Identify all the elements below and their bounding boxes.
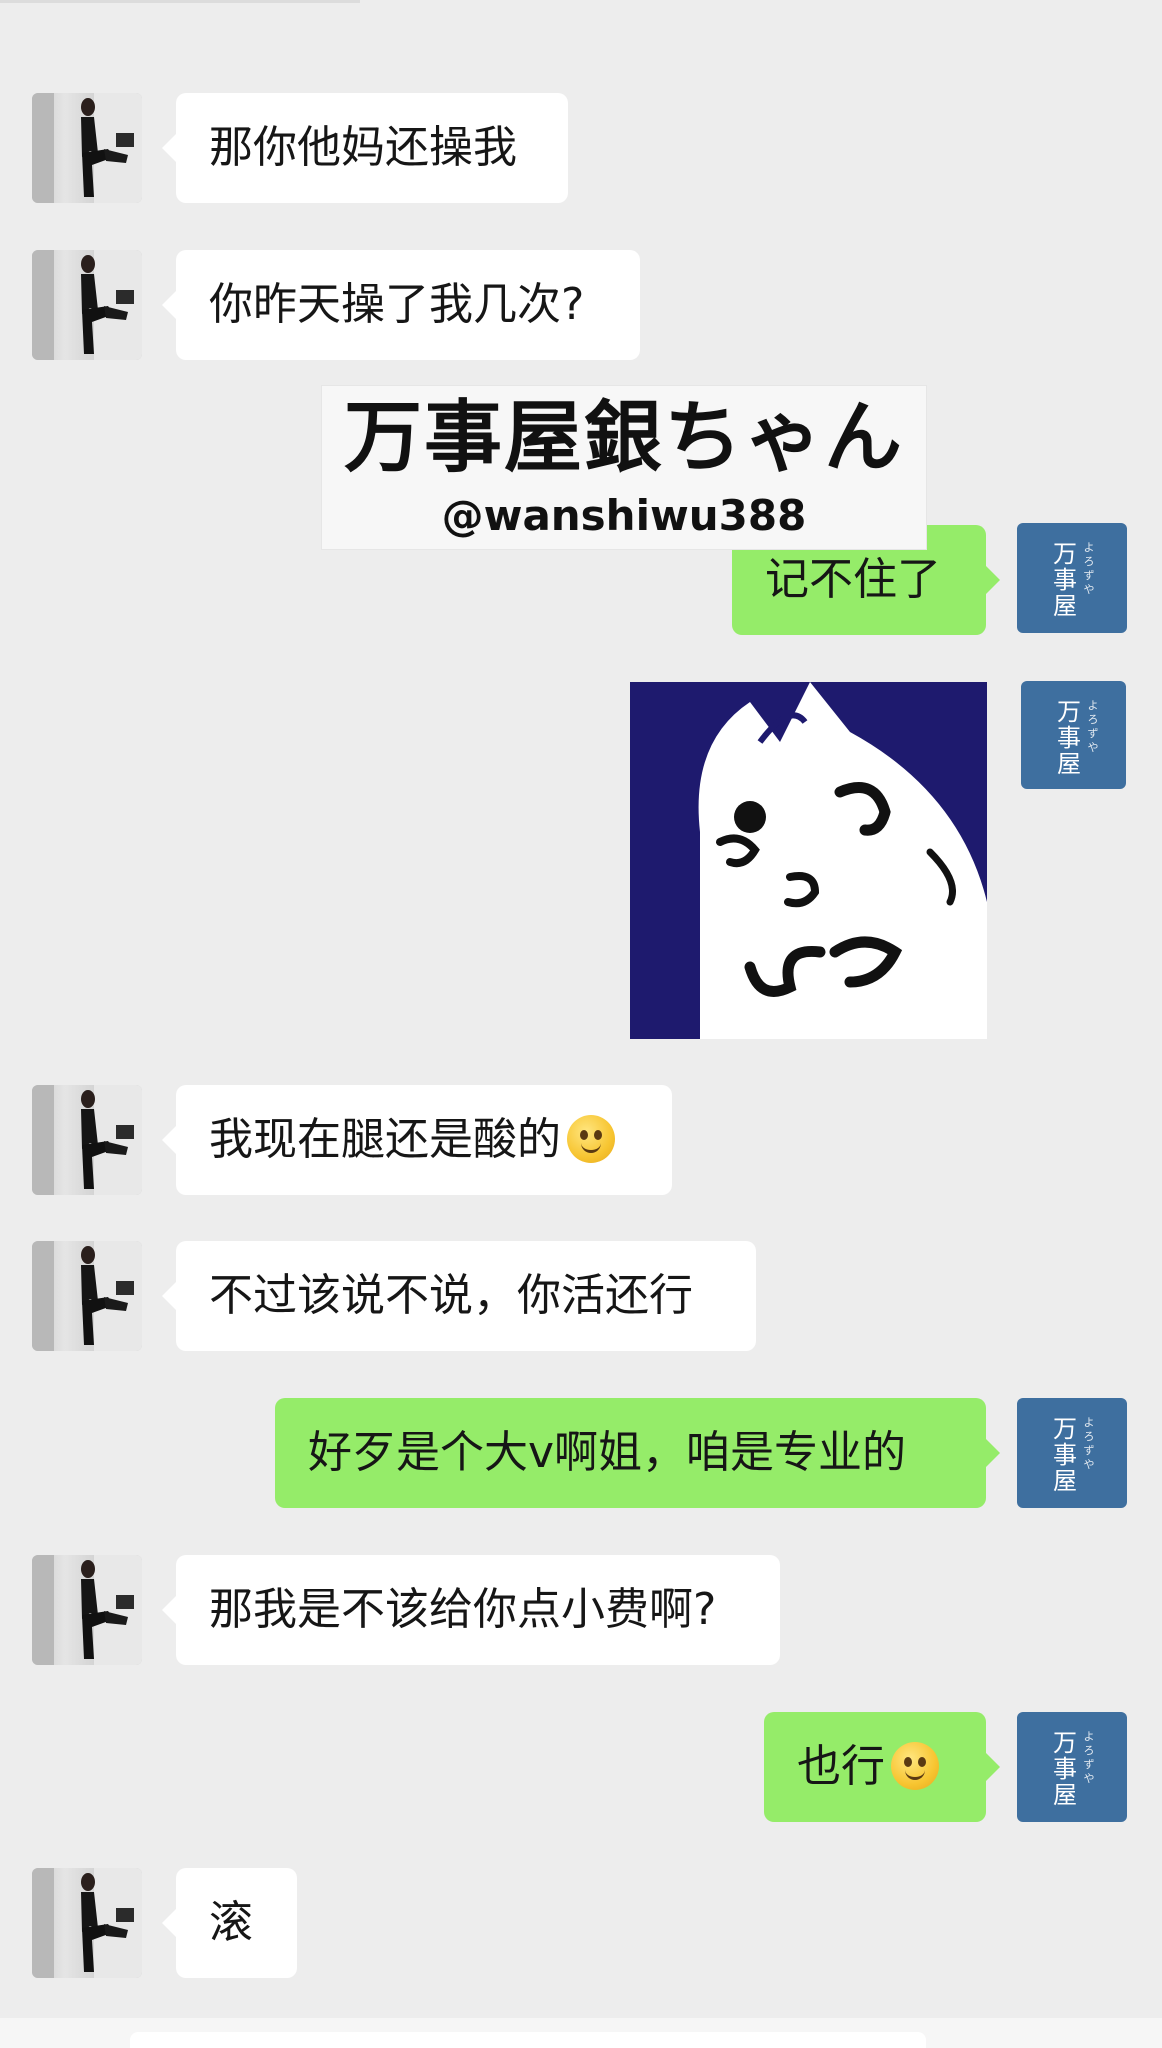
message-text: 不过该说不说，你活还行 [209,1270,693,1321]
top-divider [0,0,360,3]
smile-emoji-icon [567,1115,615,1163]
input-field-edge[interactable] [130,2032,926,2048]
avatar-title: 万事屋 [1053,1729,1077,1809]
message-text: 好歹是个大v啊姐，咱是专业的 [308,1427,907,1478]
watermark-title: 万事屋銀ちゃん [343,392,904,483]
avatar-subtitle: よろずや [1083,541,1095,596]
input-bar-edge [0,2018,1162,2048]
avatar-subtitle: よろずや [1083,1416,1095,1471]
cat-sticker-icon [630,682,987,1039]
self-avatar[interactable]: 万事屋 よろずや [1017,523,1127,633]
message-text: 你昨天操了我几次? [209,279,585,330]
self-avatar[interactable]: 万事屋 よろずや [1017,1712,1127,1822]
message-bubble[interactable]: 也行 [764,1712,1000,1822]
avatar-title: 万事屋 [1057,698,1081,778]
avatar-subtitle: よろずや [1083,1730,1095,1785]
message-bubble[interactable]: 那你他妈还操我 [162,93,568,203]
avatar-subtitle: よろずや [1087,699,1099,754]
person-photo-icon [32,93,142,203]
message-text: 那你他妈还操我 [209,122,517,173]
person-photo-icon [32,1085,142,1195]
person-photo-icon [32,250,142,360]
message-text: 那我是不该给你点小费啊? [209,1584,717,1635]
avatar-title: 万事屋 [1053,540,1077,620]
message-bubble[interactable]: 不过该说不说，你活还行 [162,1241,756,1351]
message-text: 滚 [209,1897,253,1948]
contact-avatar[interactable] [32,1241,142,1351]
smile-emoji-icon [891,1742,939,1790]
self-avatar[interactable]: 万事屋 よろずや [1017,1398,1127,1508]
message-bubble[interactable]: 那我是不该给你点小费啊? [162,1555,780,1665]
message-text: 记不住了 [765,554,941,605]
watermark-logo: 万事屋銀ちゃん @wanshiwu388 [321,385,927,550]
person-photo-icon [32,1555,142,1665]
message-text: 我现在腿还是酸的 [209,1114,561,1165]
message-text: 也行 [797,1741,885,1792]
person-photo-icon [32,1868,142,1978]
sticker-message[interactable] [630,682,987,1039]
contact-avatar[interactable] [32,1085,142,1195]
watermark-handle: @wanshiwu388 [441,491,807,540]
contact-avatar[interactable] [32,1555,142,1665]
message-bubble[interactable]: 我现在腿还是酸的 [162,1085,672,1195]
person-photo-icon [32,1241,142,1351]
avatar-title: 万事屋 [1053,1415,1077,1495]
message-bubble[interactable]: 你昨天操了我几次? [162,250,640,360]
message-bubble[interactable]: 好歹是个大v啊姐，咱是专业的 [275,1398,1000,1508]
contact-avatar[interactable] [32,1868,142,1978]
self-avatar[interactable]: 万事屋 よろずや [1021,681,1126,789]
contact-avatar[interactable] [32,250,142,360]
message-bubble[interactable]: 滚 [162,1868,297,1978]
contact-avatar[interactable] [32,93,142,203]
